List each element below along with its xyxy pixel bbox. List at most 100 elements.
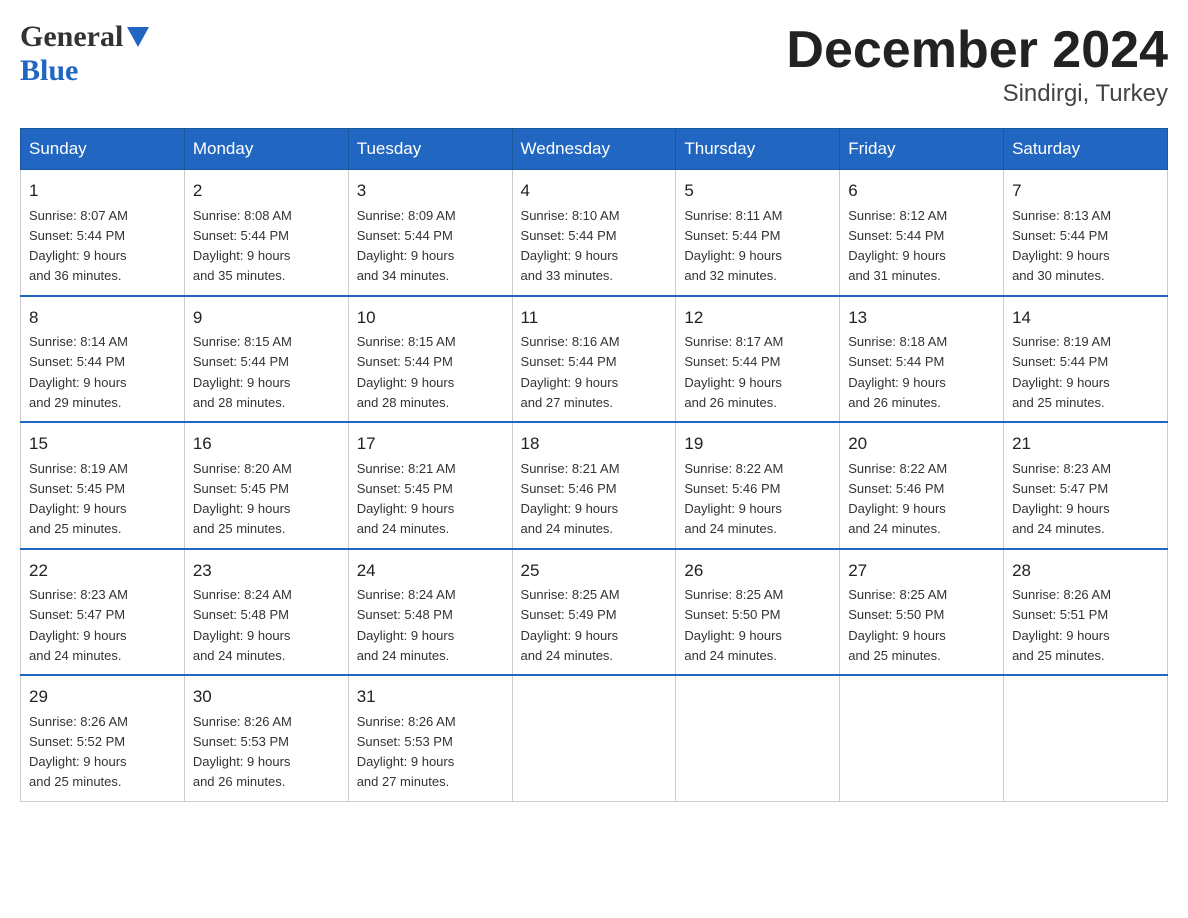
day-number: 9 [193, 305, 340, 331]
day-number: 27 [848, 558, 995, 584]
calendar-week-row: 8 Sunrise: 8:14 AMSunset: 5:44 PMDayligh… [21, 296, 1168, 423]
table-row: 26 Sunrise: 8:25 AMSunset: 5:50 PMDaylig… [676, 549, 840, 676]
day-number: 28 [1012, 558, 1159, 584]
table-row: 3 Sunrise: 8:09 AMSunset: 5:44 PMDayligh… [348, 170, 512, 296]
day-info: Sunrise: 8:25 AMSunset: 5:50 PMDaylight:… [684, 587, 783, 663]
day-number: 7 [1012, 178, 1159, 204]
calendar-week-row: 1 Sunrise: 8:07 AMSunset: 5:44 PMDayligh… [21, 170, 1168, 296]
logo-arrow-icon [127, 27, 149, 52]
day-info: Sunrise: 8:19 AMSunset: 5:44 PMDaylight:… [1012, 334, 1111, 410]
day-number: 20 [848, 431, 995, 457]
day-info: Sunrise: 8:21 AMSunset: 5:45 PMDaylight:… [357, 461, 456, 537]
day-number: 10 [357, 305, 504, 331]
table-row: 14 Sunrise: 8:19 AMSunset: 5:44 PMDaylig… [1004, 296, 1168, 423]
day-number: 12 [684, 305, 831, 331]
day-number: 5 [684, 178, 831, 204]
table-row: 29 Sunrise: 8:26 AMSunset: 5:52 PMDaylig… [21, 675, 185, 801]
day-number: 2 [193, 178, 340, 204]
day-number: 22 [29, 558, 176, 584]
day-number: 14 [1012, 305, 1159, 331]
location-title: Sindirgi, Turkey [786, 80, 1168, 108]
table-row: 18 Sunrise: 8:21 AMSunset: 5:46 PMDaylig… [512, 422, 676, 549]
day-number: 8 [29, 305, 176, 331]
day-number: 19 [684, 431, 831, 457]
day-number: 26 [684, 558, 831, 584]
day-info: Sunrise: 8:21 AMSunset: 5:46 PMDaylight:… [521, 461, 620, 537]
day-info: Sunrise: 8:17 AMSunset: 5:44 PMDaylight:… [684, 334, 783, 410]
day-info: Sunrise: 8:15 AMSunset: 5:44 PMDaylight:… [357, 334, 456, 410]
day-info: Sunrise: 8:24 AMSunset: 5:48 PMDaylight:… [357, 587, 456, 663]
weekday-header-row: Sunday Monday Tuesday Wednesday Thursday… [21, 129, 1168, 170]
table-row: 10 Sunrise: 8:15 AMSunset: 5:44 PMDaylig… [348, 296, 512, 423]
header-tuesday: Tuesday [348, 129, 512, 170]
table-row: 6 Sunrise: 8:12 AMSunset: 5:44 PMDayligh… [840, 170, 1004, 296]
day-info: Sunrise: 8:24 AMSunset: 5:48 PMDaylight:… [193, 587, 292, 663]
day-info: Sunrise: 8:22 AMSunset: 5:46 PMDaylight:… [684, 461, 783, 537]
day-number: 23 [193, 558, 340, 584]
day-number: 3 [357, 178, 504, 204]
day-info: Sunrise: 8:26 AMSunset: 5:53 PMDaylight:… [193, 714, 292, 790]
day-number: 24 [357, 558, 504, 584]
day-number: 11 [521, 305, 668, 331]
table-row: 28 Sunrise: 8:26 AMSunset: 5:51 PMDaylig… [1004, 549, 1168, 676]
table-row: 30 Sunrise: 8:26 AMSunset: 5:53 PMDaylig… [184, 675, 348, 801]
calendar-week-row: 22 Sunrise: 8:23 AMSunset: 5:47 PMDaylig… [21, 549, 1168, 676]
table-row: 23 Sunrise: 8:24 AMSunset: 5:48 PMDaylig… [184, 549, 348, 676]
calendar-week-row: 15 Sunrise: 8:19 AMSunset: 5:45 PMDaylig… [21, 422, 1168, 549]
day-info: Sunrise: 8:12 AMSunset: 5:44 PMDaylight:… [848, 208, 947, 284]
day-info: Sunrise: 8:16 AMSunset: 5:44 PMDaylight:… [521, 334, 620, 410]
month-title: December 2024 [786, 20, 1168, 80]
day-info: Sunrise: 8:13 AMSunset: 5:44 PMDaylight:… [1012, 208, 1111, 284]
header-friday: Friday [840, 129, 1004, 170]
table-row [512, 675, 676, 801]
header-saturday: Saturday [1004, 129, 1168, 170]
day-info: Sunrise: 8:10 AMSunset: 5:44 PMDaylight:… [521, 208, 620, 284]
day-info: Sunrise: 8:26 AMSunset: 5:51 PMDaylight:… [1012, 587, 1111, 663]
day-info: Sunrise: 8:26 AMSunset: 5:53 PMDaylight:… [357, 714, 456, 790]
day-number: 16 [193, 431, 340, 457]
day-number: 13 [848, 305, 995, 331]
table-row: 4 Sunrise: 8:10 AMSunset: 5:44 PMDayligh… [512, 170, 676, 296]
logo: General Blue [20, 20, 149, 88]
table-row: 20 Sunrise: 8:22 AMSunset: 5:46 PMDaylig… [840, 422, 1004, 549]
table-row: 27 Sunrise: 8:25 AMSunset: 5:50 PMDaylig… [840, 549, 1004, 676]
day-number: 21 [1012, 431, 1159, 457]
day-number: 17 [357, 431, 504, 457]
logo-blue-text: Blue [20, 54, 78, 87]
day-number: 1 [29, 178, 176, 204]
table-row: 31 Sunrise: 8:26 AMSunset: 5:53 PMDaylig… [348, 675, 512, 801]
table-row: 24 Sunrise: 8:24 AMSunset: 5:48 PMDaylig… [348, 549, 512, 676]
header-thursday: Thursday [676, 129, 840, 170]
day-number: 29 [29, 684, 176, 710]
day-info: Sunrise: 8:23 AMSunset: 5:47 PMDaylight:… [29, 587, 128, 663]
day-number: 25 [521, 558, 668, 584]
header: General Blue December 2024 Sindirgi, Tur… [20, 20, 1168, 108]
day-info: Sunrise: 8:20 AMSunset: 5:45 PMDaylight:… [193, 461, 292, 537]
day-info: Sunrise: 8:15 AMSunset: 5:44 PMDaylight:… [193, 334, 292, 410]
day-info: Sunrise: 8:07 AMSunset: 5:44 PMDaylight:… [29, 208, 128, 284]
table-row: 21 Sunrise: 8:23 AMSunset: 5:47 PMDaylig… [1004, 422, 1168, 549]
table-row: 19 Sunrise: 8:22 AMSunset: 5:46 PMDaylig… [676, 422, 840, 549]
day-number: 4 [521, 178, 668, 204]
day-info: Sunrise: 8:25 AMSunset: 5:50 PMDaylight:… [848, 587, 947, 663]
day-number: 31 [357, 684, 504, 710]
table-row [676, 675, 840, 801]
table-row: 9 Sunrise: 8:15 AMSunset: 5:44 PMDayligh… [184, 296, 348, 423]
day-info: Sunrise: 8:09 AMSunset: 5:44 PMDaylight:… [357, 208, 456, 284]
day-info: Sunrise: 8:08 AMSunset: 5:44 PMDaylight:… [193, 208, 292, 284]
day-info: Sunrise: 8:19 AMSunset: 5:45 PMDaylight:… [29, 461, 128, 537]
calendar-week-row: 29 Sunrise: 8:26 AMSunset: 5:52 PMDaylig… [21, 675, 1168, 801]
day-info: Sunrise: 8:23 AMSunset: 5:47 PMDaylight:… [1012, 461, 1111, 537]
logo-general-text: General [20, 20, 123, 54]
table-row: 7 Sunrise: 8:13 AMSunset: 5:44 PMDayligh… [1004, 170, 1168, 296]
table-row: 11 Sunrise: 8:16 AMSunset: 5:44 PMDaylig… [512, 296, 676, 423]
table-row: 2 Sunrise: 8:08 AMSunset: 5:44 PMDayligh… [184, 170, 348, 296]
header-wednesday: Wednesday [512, 129, 676, 170]
table-row: 15 Sunrise: 8:19 AMSunset: 5:45 PMDaylig… [21, 422, 185, 549]
calendar-table: Sunday Monday Tuesday Wednesday Thursday… [20, 128, 1168, 802]
header-monday: Monday [184, 129, 348, 170]
table-row: 8 Sunrise: 8:14 AMSunset: 5:44 PMDayligh… [21, 296, 185, 423]
day-info: Sunrise: 8:22 AMSunset: 5:46 PMDaylight:… [848, 461, 947, 537]
day-info: Sunrise: 8:25 AMSunset: 5:49 PMDaylight:… [521, 587, 620, 663]
table-row: 13 Sunrise: 8:18 AMSunset: 5:44 PMDaylig… [840, 296, 1004, 423]
